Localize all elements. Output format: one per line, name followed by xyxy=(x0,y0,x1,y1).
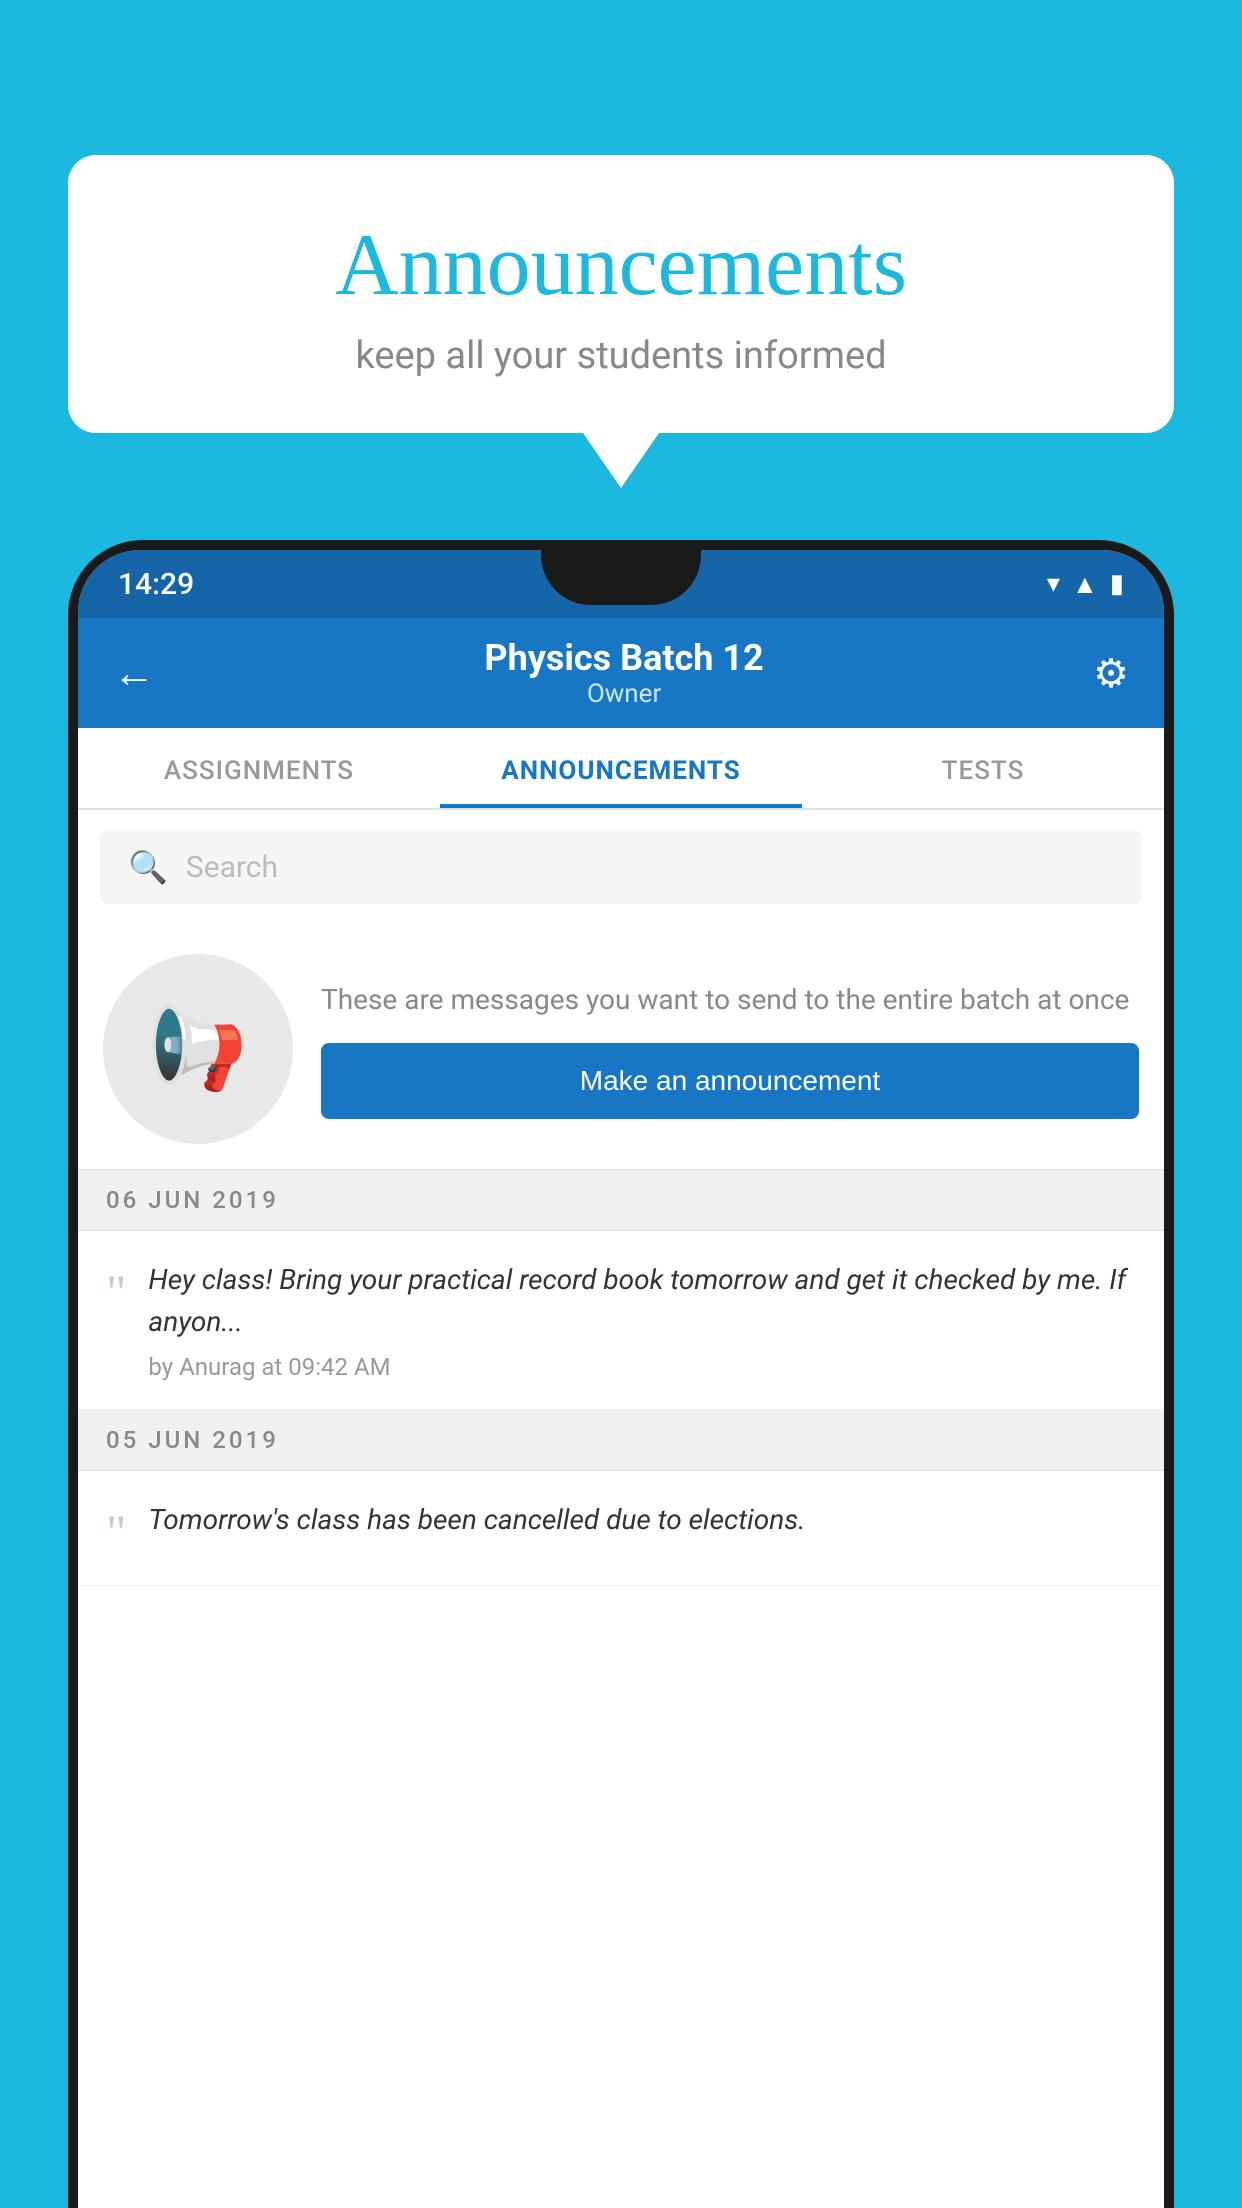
tab-announcements[interactable]: ANNOUNCEMENTS xyxy=(440,728,802,808)
phone-screen: 14:29 ▾ ▲ ▮ ← Physics Batch 12 Owner ⚙ xyxy=(78,550,1164,2208)
announcement-text-container-1: Hey class! Bring your practical record b… xyxy=(148,1259,1136,1381)
settings-icon[interactable]: ⚙ xyxy=(1093,650,1129,697)
battery-icon: ▮ xyxy=(1110,569,1124,599)
phone-content: 🔍 Search 📢 These are messages you want t… xyxy=(78,810,1164,1586)
search-icon: 🔍 xyxy=(128,848,168,886)
speech-bubble-subtitle: keep all your students informed xyxy=(128,334,1114,378)
search-placeholder: Search xyxy=(186,850,278,885)
phone-frame: 14:29 ▾ ▲ ▮ ← Physics Batch 12 Owner ⚙ xyxy=(68,540,1174,2208)
app-bar: ← Physics Batch 12 Owner ⚙ xyxy=(78,618,1164,728)
date-separator-2: 05 JUN 2019 xyxy=(78,1410,1164,1471)
megaphone-icon: 📢 xyxy=(148,1002,248,1096)
tabs-container: ASSIGNMENTS ANNOUNCEMENTS TESTS xyxy=(78,728,1164,810)
announcement-meta-1: by Anurag at 09:42 AM xyxy=(148,1353,1136,1381)
tab-assignments[interactable]: ASSIGNMENTS xyxy=(78,728,440,808)
announcement-text-container-2: Tomorrow's class has been cancelled due … xyxy=(148,1499,1136,1551)
make-announcement-button[interactable]: Make an announcement xyxy=(321,1043,1139,1119)
app-bar-title: Physics Batch 12 xyxy=(155,637,1093,679)
quote-icon-2: " xyxy=(106,1507,126,1557)
back-button[interactable]: ← xyxy=(113,649,155,698)
status-bar: 14:29 ▾ ▲ ▮ xyxy=(78,550,1164,618)
status-icons: ▾ ▲ ▮ xyxy=(1047,569,1124,600)
announcement-text-2: Tomorrow's class has been cancelled due … xyxy=(148,1499,1136,1541)
empty-state-right: These are messages you want to send to t… xyxy=(321,979,1139,1119)
phone-container: 14:29 ▾ ▲ ▮ ← Physics Batch 12 Owner ⚙ xyxy=(68,540,1174,2208)
empty-state: 📢 These are messages you want to send to… xyxy=(78,924,1164,1170)
speech-bubble-arrow xyxy=(583,433,659,488)
announcement-item-1: " Hey class! Bring your practical record… xyxy=(78,1231,1164,1410)
search-bar[interactable]: 🔍 Search xyxy=(100,830,1142,904)
date-separator-1: 06 JUN 2019 xyxy=(78,1170,1164,1231)
speech-bubble-container: Announcements keep all your students inf… xyxy=(68,155,1174,488)
notch xyxy=(541,550,701,605)
announcement-item-2: " Tomorrow's class has been cancelled du… xyxy=(78,1471,1164,1586)
speech-bubble: Announcements keep all your students inf… xyxy=(68,155,1174,433)
signal-icon: ▲ xyxy=(1072,569,1098,600)
wifi-icon: ▾ xyxy=(1047,569,1060,599)
tab-tests[interactable]: TESTS xyxy=(802,728,1164,808)
announcement-text-1: Hey class! Bring your practical record b… xyxy=(148,1259,1136,1343)
app-bar-subtitle: Owner xyxy=(155,679,1093,709)
app-bar-title-container: Physics Batch 12 Owner xyxy=(155,637,1093,709)
announcement-icon-circle: 📢 xyxy=(103,954,293,1144)
speech-bubble-title: Announcements xyxy=(128,215,1114,316)
empty-state-description: These are messages you want to send to t… xyxy=(321,979,1139,1021)
quote-icon-1: " xyxy=(106,1267,126,1317)
status-time: 14:29 xyxy=(118,567,194,602)
